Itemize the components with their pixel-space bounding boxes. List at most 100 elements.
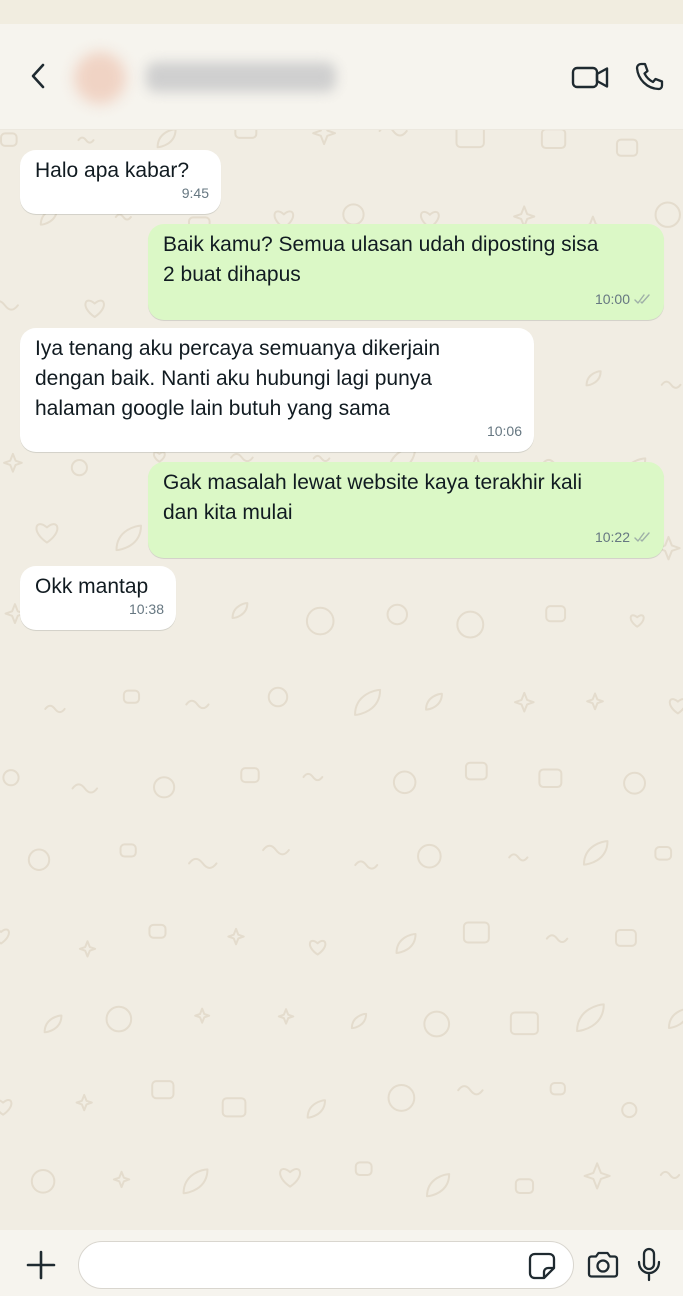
doodle-shape [306,1099,327,1119]
doodle-shape [185,699,210,710]
message-list[interactable]: Halo apa kabar? 9:45 Baik kamu? Semua ul… [0,130,683,1230]
doodle-shape [43,1014,63,1034]
doodle-shape [148,923,167,939]
doodle-shape [659,1170,681,1180]
doodle-shape [277,1008,295,1025]
doodle-shape [660,380,682,389]
doodle-shape [354,860,379,870]
doodle-shape [302,772,324,782]
message-time: 10:06 [486,423,522,439]
doodle-shape [417,843,442,869]
message-meta: 10:00 [595,284,652,314]
chevron-left-icon [31,63,45,89]
doodle-shape [423,1010,451,1038]
doodle-shape [538,768,563,789]
message-incoming[interactable]: Okk mantap 10:38 [20,566,176,630]
contact-name[interactable] [146,62,336,92]
message-text: Gak masalah lewat website kaya terakhir … [163,471,583,524]
doodle-shape [279,1168,301,1188]
microphone-icon [637,1247,661,1282]
message-time: 10:00 [594,291,630,307]
doodle-shape [354,688,382,716]
doodle-shape [508,853,529,862]
doodle-shape [70,459,88,477]
message-outgoing[interactable]: Baik kamu? Semua ulasan udah diposting s… [148,224,664,320]
doodle-shape [2,769,20,787]
doodle-shape [509,1011,539,1036]
message-incoming[interactable]: Halo apa kabar? 9:45 [20,150,221,214]
sticker-icon [528,1252,556,1280]
doodle-shape [0,1099,13,1116]
doodle-shape [0,928,10,945]
message-outgoing[interactable]: Gak masalah lewat website kaya terakhir … [148,462,664,558]
sticker-button[interactable] [526,1250,558,1282]
message-input[interactable] [78,1241,574,1289]
doodle-shape [654,201,681,228]
double-check-icon [634,294,650,304]
microphone-button[interactable] [636,1246,662,1284]
doodle-shape [188,857,218,869]
doodle-shape [115,524,142,552]
doodle-shape [386,603,409,626]
doodle-shape [267,686,289,708]
doodle-shape [350,1012,368,1030]
doodle-shape [614,928,637,947]
attach-button[interactable] [24,1248,58,1282]
message-time: 9:45 [181,185,209,201]
doodle-shape [84,299,105,318]
doodle-shape [0,132,18,147]
doodle-shape [513,691,535,713]
back-button[interactable] [20,58,56,94]
doodle-shape [426,1173,451,1198]
composer-bar [0,1230,683,1296]
message-time: 10:38 [128,601,164,617]
doodle-shape [668,698,683,715]
doodle-shape [395,932,417,954]
doodle-shape [0,300,19,311]
doodle-shape [464,761,488,781]
doodle-shape [621,1101,638,1119]
doodle-shape [30,1169,56,1194]
doodle-shape [112,1170,131,1189]
camera-icon [587,1251,619,1278]
message-text: Iya tenang aku percaya semuanya dikerjai… [35,337,441,420]
doodle-shape [114,213,132,221]
doodle-shape [305,606,335,636]
doodle-shape [354,1161,373,1177]
camera-button[interactable] [584,1248,622,1282]
doodle-shape [105,1005,133,1033]
doodle-shape [71,783,99,794]
message-text: Baik kamu? Semua ulasan udah diposting s… [163,233,599,286]
doodle-shape [545,934,569,944]
doodle-shape [545,605,567,623]
video-camera-icon [571,66,609,89]
doodle-shape [194,1007,211,1024]
voice-call-button[interactable] [630,58,668,96]
doodle-shape [549,1082,566,1096]
doodle-shape [456,610,485,639]
doodle-shape [586,692,604,711]
doodle-shape [387,1084,416,1112]
doodle-shape [457,1085,484,1096]
doodle-shape [234,130,258,139]
doodle-shape [667,1008,683,1029]
message-meta: 9:45 [182,178,209,208]
doodle-shape [227,927,245,946]
doodle-shape [312,130,337,146]
doodle-shape [77,136,95,144]
doodle-shape [156,130,177,149]
doodle-shape [342,203,365,226]
doodle-shape [3,452,23,473]
message-meta: 10:06 [487,416,522,446]
doodle-shape [654,846,673,861]
doodle-shape [392,770,417,795]
plus-icon [26,1250,56,1280]
message-incoming[interactable]: Iya tenang aku percaya semuanya dikerjai… [20,328,534,452]
doodle-shape [623,771,646,795]
doodle-shape [27,848,51,871]
message-meta: 10:22 [595,522,652,552]
double-check-icon [634,532,650,542]
video-call-button[interactable] [568,60,612,94]
doodle-shape [75,1093,93,1112]
contact-avatar[interactable] [74,52,126,104]
